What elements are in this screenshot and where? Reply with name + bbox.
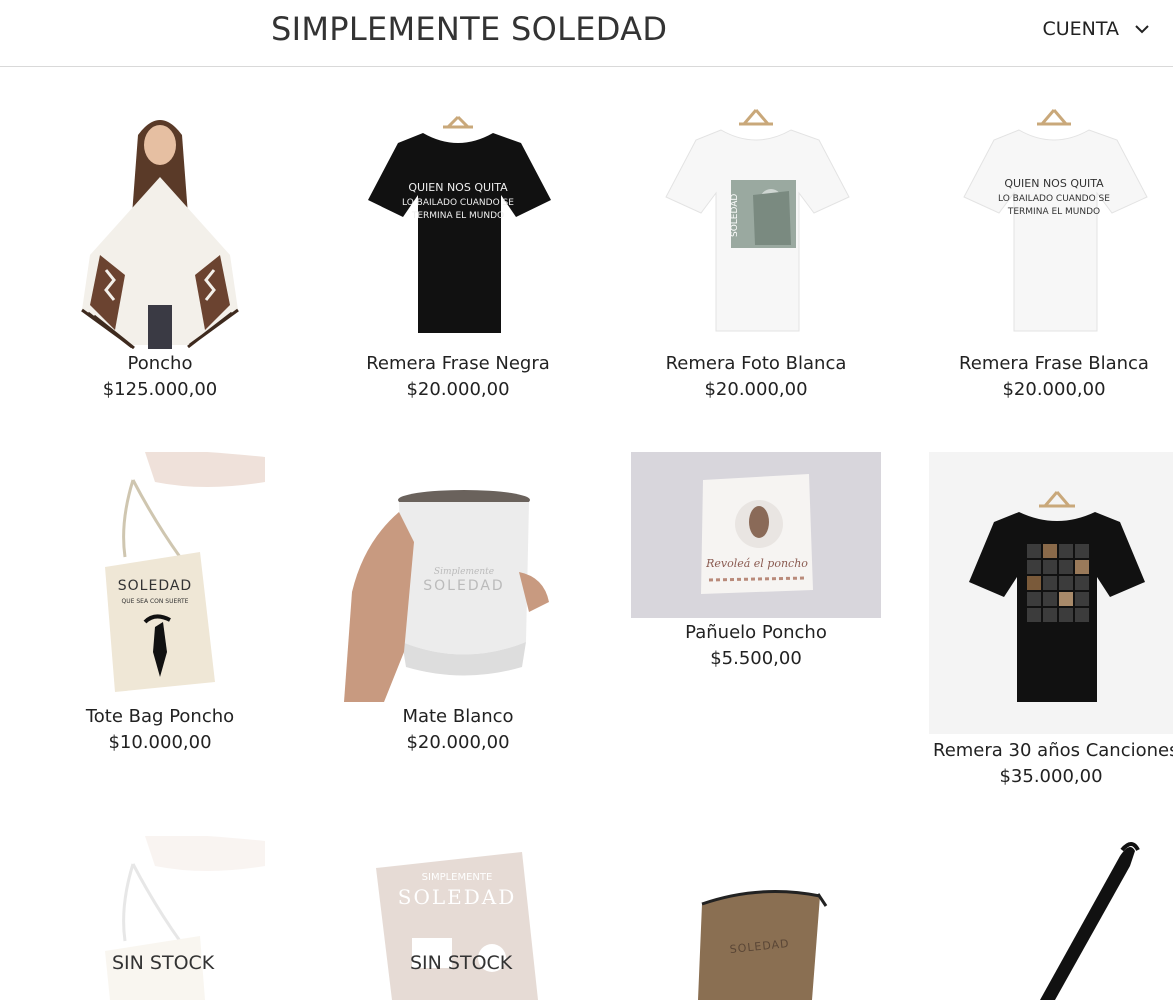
product-name[interactable]: Poncho <box>70 353 250 374</box>
product-card-tote-sin-stock[interactable]: SIN STOCK <box>55 836 265 1000</box>
product-card-remera-30-anos[interactable]: Remera 30 años Canciones $35.000,00 <box>929 452 1173 792</box>
product-price: $20.000,00 <box>406 732 510 753</box>
site-header: SIMPLEMENTE SOLEDAD CUENTA <box>0 0 1173 67</box>
product-name[interactable]: Remera 30 años Canciones <box>933 740 1173 761</box>
product-card-remera-frase-negra[interactable]: QUIEN NOS QUITA LO BAILADO CUANDO SE TER… <box>348 105 568 405</box>
product-image-remera-foto-blanca[interactable]: SOLEDAD <box>661 105 851 349</box>
product-card-mate-blanco[interactable]: Simplemente SOLEDAD Mate Blanco $20.000,… <box>340 452 576 753</box>
product-price: $20.000,00 <box>406 379 510 400</box>
product-card-panuelo-poncho[interactable]: Revoleá el poncho Pañuelo Poncho $5.500,… <box>631 452 881 672</box>
product-image-tote-faded[interactable] <box>85 836 265 1000</box>
black-tshirt-songs-picture <box>969 491 1145 702</box>
product-price: $20.000,00 <box>1002 379 1106 400</box>
product-name[interactable]: Remera Frase Negra <box>348 353 568 374</box>
shirt-print-line-1: QUIEN NOS QUITA <box>1004 177 1104 190</box>
sheet-print-line-2: SOLEDAD <box>398 885 517 909</box>
bag-print-line-1: SOLEDAD <box>118 578 192 594</box>
white-tshirt-quote-picture: QUIEN NOS QUITA LO BAILADO CUANDO SE TER… <box>963 109 1148 332</box>
product-name[interactable]: Remera Foto Blanca <box>646 353 866 374</box>
shirt-print-line-3: TERMINA EL MUNDO <box>411 211 504 221</box>
white-tshirt-photo-picture: SOLEDAD <box>665 109 850 332</box>
product-image-stickers-faded[interactable]: SIMPLEMENTE SOLEDAD <box>372 848 542 1000</box>
shirt-print-word: SOLEDAD <box>730 194 740 237</box>
shirt-print-line-2: LO BAILADO CUANDO SE <box>402 198 514 208</box>
product-price: $5.500,00 <box>710 648 802 669</box>
sold-out-label: SIN STOCK <box>112 952 215 974</box>
product-price: $10.000,00 <box>108 732 212 753</box>
product-image-pouch[interactable]: SOLEDAD <box>680 876 840 1000</box>
product-image-lanyard[interactable] <box>1010 836 1160 1000</box>
cup-print-line-2: SOLEDAD <box>423 578 504 594</box>
cup-print-line-1: Simplemente <box>434 567 494 577</box>
product-name[interactable]: Pañuelo Poncho <box>631 622 881 643</box>
product-card-remera-frase-blanca[interactable]: QUIEN NOS QUITA LO BAILADO CUANDO SE TER… <box>944 105 1164 405</box>
shirt-print-line-3: TERMINA EL MUNDO <box>1007 207 1100 217</box>
brand-title[interactable]: SIMPLEMENTE SOLEDAD <box>271 10 667 48</box>
sold-out-label: SIN STOCK <box>410 952 513 974</box>
account-menu[interactable]: CUENTA <box>1042 18 1151 40</box>
tote-bag-picture: SOLEDAD QUE SEA CON SUERTE <box>105 452 265 692</box>
product-image-remera-frase-negra[interactable]: QUIEN NOS QUITA LO BAILADO CUANDO SE TER… <box>363 105 553 349</box>
product-name[interactable]: Mate Blanco <box>340 706 576 727</box>
product-card-tote-bag-poncho[interactable]: SOLEDAD QUE SEA CON SUERTE Tote Bag Ponc… <box>55 452 265 753</box>
product-image-mate[interactable]: Simplemente SOLEDAD <box>344 452 554 702</box>
scarf-print: Revoleá el poncho <box>705 557 808 570</box>
bag-print-line-2: QUE SEA CON SUERTE <box>122 598 189 605</box>
product-card-stickers-sin-stock[interactable]: SIMPLEMENTE SOLEDAD SIN STOCK <box>350 836 566 1000</box>
product-image-scarf[interactable]: Revoleá el poncho <box>631 452 881 618</box>
poncho-picture <box>81 120 239 349</box>
product-image-tote-bag[interactable]: SOLEDAD QUE SEA CON SUERTE <box>85 452 265 702</box>
product-image-remera-30-anos[interactable] <box>929 452 1173 734</box>
product-image-remera-frase-blanca[interactable]: QUIEN NOS QUITA LO BAILADO CUANDO SE TER… <box>959 105 1149 349</box>
shirt-print-line-1: QUIEN NOS QUITA <box>408 181 508 194</box>
product-name[interactable]: Remera Frase Blanca <box>944 353 1164 374</box>
product-card-remera-foto-blanca[interactable]: SOLEDAD Remera Foto Blanca $20.000,00 <box>646 105 866 405</box>
product-card-pouch[interactable]: SOLEDAD <box>680 836 840 1000</box>
chevron-down-icon[interactable] <box>1133 20 1151 38</box>
mate-cup-picture: Simplemente SOLEDAD <box>344 490 549 702</box>
sheet-print-line-1: SIMPLEMENTE <box>422 872 493 883</box>
shirt-print-line-2: LO BAILADO CUANDO SE <box>998 194 1110 204</box>
product-name[interactable]: Tote Bag Poncho <box>55 706 265 727</box>
black-tshirt-picture: QUIEN NOS QUITA LO BAILADO CUANDO SE TER… <box>368 115 551 333</box>
product-price: $125.000,00 <box>102 379 218 400</box>
product-card-poncho[interactable]: Poncho $125.000,00 <box>70 105 250 405</box>
product-price: $35.000,00 <box>999 766 1103 787</box>
product-card-lanyard[interactable] <box>1010 836 1160 1000</box>
scarf-picture: Revoleá el poncho <box>701 474 813 594</box>
product-price: $20.000,00 <box>704 379 808 400</box>
account-label[interactable]: CUENTA <box>1042 18 1119 40</box>
product-image-poncho[interactable] <box>70 105 250 349</box>
